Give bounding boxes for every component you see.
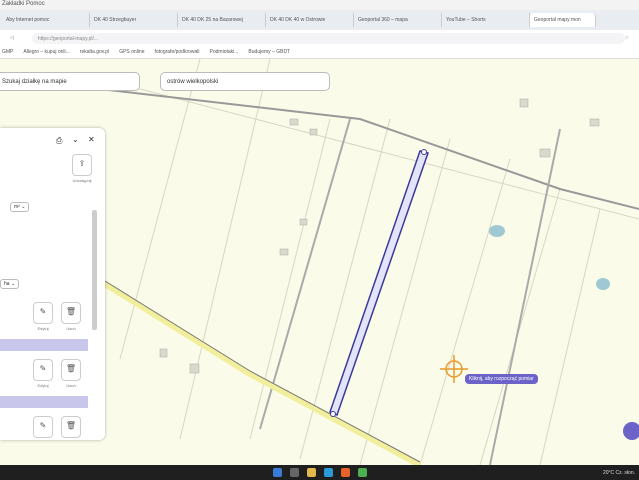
edit-label: Edytuj bbox=[37, 326, 49, 331]
chrome-icon[interactable] bbox=[357, 468, 367, 477]
taskbar: 20°C Cz. słon. bbox=[0, 465, 639, 480]
tab[interactable]: DK 40 DK 25 na Bazarowej bbox=[178, 13, 266, 27]
trash-icon: 🗑 bbox=[65, 307, 77, 316]
pencil-icon: ✎ bbox=[39, 421, 47, 430]
weather-status: 20°C Cz. słon. bbox=[602, 469, 635, 476]
fab-button[interactable] bbox=[623, 422, 639, 440]
unit-select-2[interactable]: ha ⌄ bbox=[0, 279, 20, 289]
edit-label: Edytuj bbox=[37, 383, 49, 388]
measure-panel: ⎙ ⌄ ✕ ⇪ Udostępnij m² ⌄ ha ⌄ ✎ 🗑 Edytuj … bbox=[0, 128, 105, 440]
share-icon: ⇪ bbox=[78, 159, 86, 168]
tab[interactable]: DK 40 DK 40 w Ostrowie bbox=[266, 13, 354, 27]
crosshair-icon bbox=[440, 355, 468, 383]
measurement-separator bbox=[0, 396, 88, 408]
bookmark[interactable]: fotografe/podkrowali bbox=[154, 49, 199, 55]
firefox-icon[interactable] bbox=[340, 468, 350, 477]
trash-icon: 🗑 bbox=[65, 421, 77, 430]
menu-help[interactable]: Pomoc bbox=[26, 1, 45, 7]
share-label: Udostępnij bbox=[72, 178, 92, 183]
pencil-icon: ✎ bbox=[39, 364, 47, 373]
search-icon[interactable] bbox=[289, 468, 299, 477]
edge-icon[interactable] bbox=[323, 468, 333, 477]
chevron-down-icon[interactable]: ⌄ bbox=[72, 135, 79, 144]
close-icon[interactable]: ✕ bbox=[88, 135, 95, 144]
unit-select[interactable]: m² ⌄ bbox=[10, 202, 30, 212]
folder-icon[interactable] bbox=[306, 468, 316, 477]
trash-icon: 🗑 bbox=[65, 364, 77, 373]
delete-button[interactable]: 🗑 bbox=[61, 359, 81, 381]
unit-value: m² bbox=[14, 204, 20, 210]
menu-bar: Zakładki Pomoc bbox=[0, 0, 639, 10]
scrollbar[interactable] bbox=[92, 210, 97, 330]
measurement-separator bbox=[0, 339, 88, 351]
delete-button[interactable]: 🗑 bbox=[61, 302, 81, 324]
bookmark[interactable]: rekalta.gov.pl bbox=[80, 49, 109, 55]
bookmarks-bar: GMP Allegro – kupuj onli... rekalta.gov.… bbox=[0, 46, 639, 59]
tab[interactable]: Aby Internet pomoc bbox=[2, 13, 90, 27]
parcel-search-input[interactable]: Szukaj działkę na mapie bbox=[0, 72, 140, 91]
star-icon[interactable]: ☆ bbox=[625, 35, 629, 41]
share-button[interactable]: ⇪ bbox=[72, 154, 92, 176]
tab[interactable]: Geoportal 360 – mapa bbox=[354, 13, 442, 27]
measure-tooltip: Kliknij, aby rozpocząć pomiar bbox=[465, 374, 538, 384]
tab-strip: Aby Internet pomoc DK 40 Strzegbuyer DK … bbox=[0, 10, 639, 30]
delete-label: Usuń bbox=[66, 383, 76, 388]
start-icon[interactable] bbox=[272, 468, 282, 477]
bookmark[interactable]: GPS online bbox=[119, 49, 144, 55]
bookmark[interactable]: Allegro – kupuj onli... bbox=[23, 49, 69, 55]
delete-label: Usuń bbox=[66, 326, 76, 331]
location-search-input[interactable]: ostrów wielkopolski bbox=[160, 72, 330, 91]
bookmark[interactable]: Budujemy – GBDT bbox=[248, 49, 290, 55]
edit-button[interactable]: ✎ bbox=[33, 416, 53, 438]
unit-value-2: ha bbox=[4, 281, 10, 287]
pencil-icon: ✎ bbox=[39, 307, 47, 316]
tab[interactable]: YouTube – Shorts bbox=[442, 13, 530, 27]
back-icon[interactable]: ◁ bbox=[10, 35, 14, 41]
edit-button[interactable]: ✎ bbox=[33, 302, 53, 324]
edit-button[interactable]: ✎ bbox=[33, 359, 53, 381]
bookmark[interactable]: Podmiotaki... bbox=[210, 49, 239, 55]
tab-active[interactable]: Geoportal mapy mon bbox=[530, 13, 596, 27]
menu-bookmarks[interactable]: Zakładki bbox=[2, 1, 24, 7]
delete-button[interactable]: 🗑 bbox=[61, 416, 81, 438]
tab[interactable]: DK 40 Strzegbuyer bbox=[90, 13, 178, 27]
address-bar: ◁ https://geoportal-mapy.pl/... ☆ bbox=[0, 30, 639, 46]
print-icon[interactable]: ⎙ bbox=[56, 136, 62, 146]
bookmark[interactable]: GMP bbox=[2, 49, 13, 55]
url-input[interactable]: https://geoportal-mapy.pl/... bbox=[31, 32, 625, 44]
